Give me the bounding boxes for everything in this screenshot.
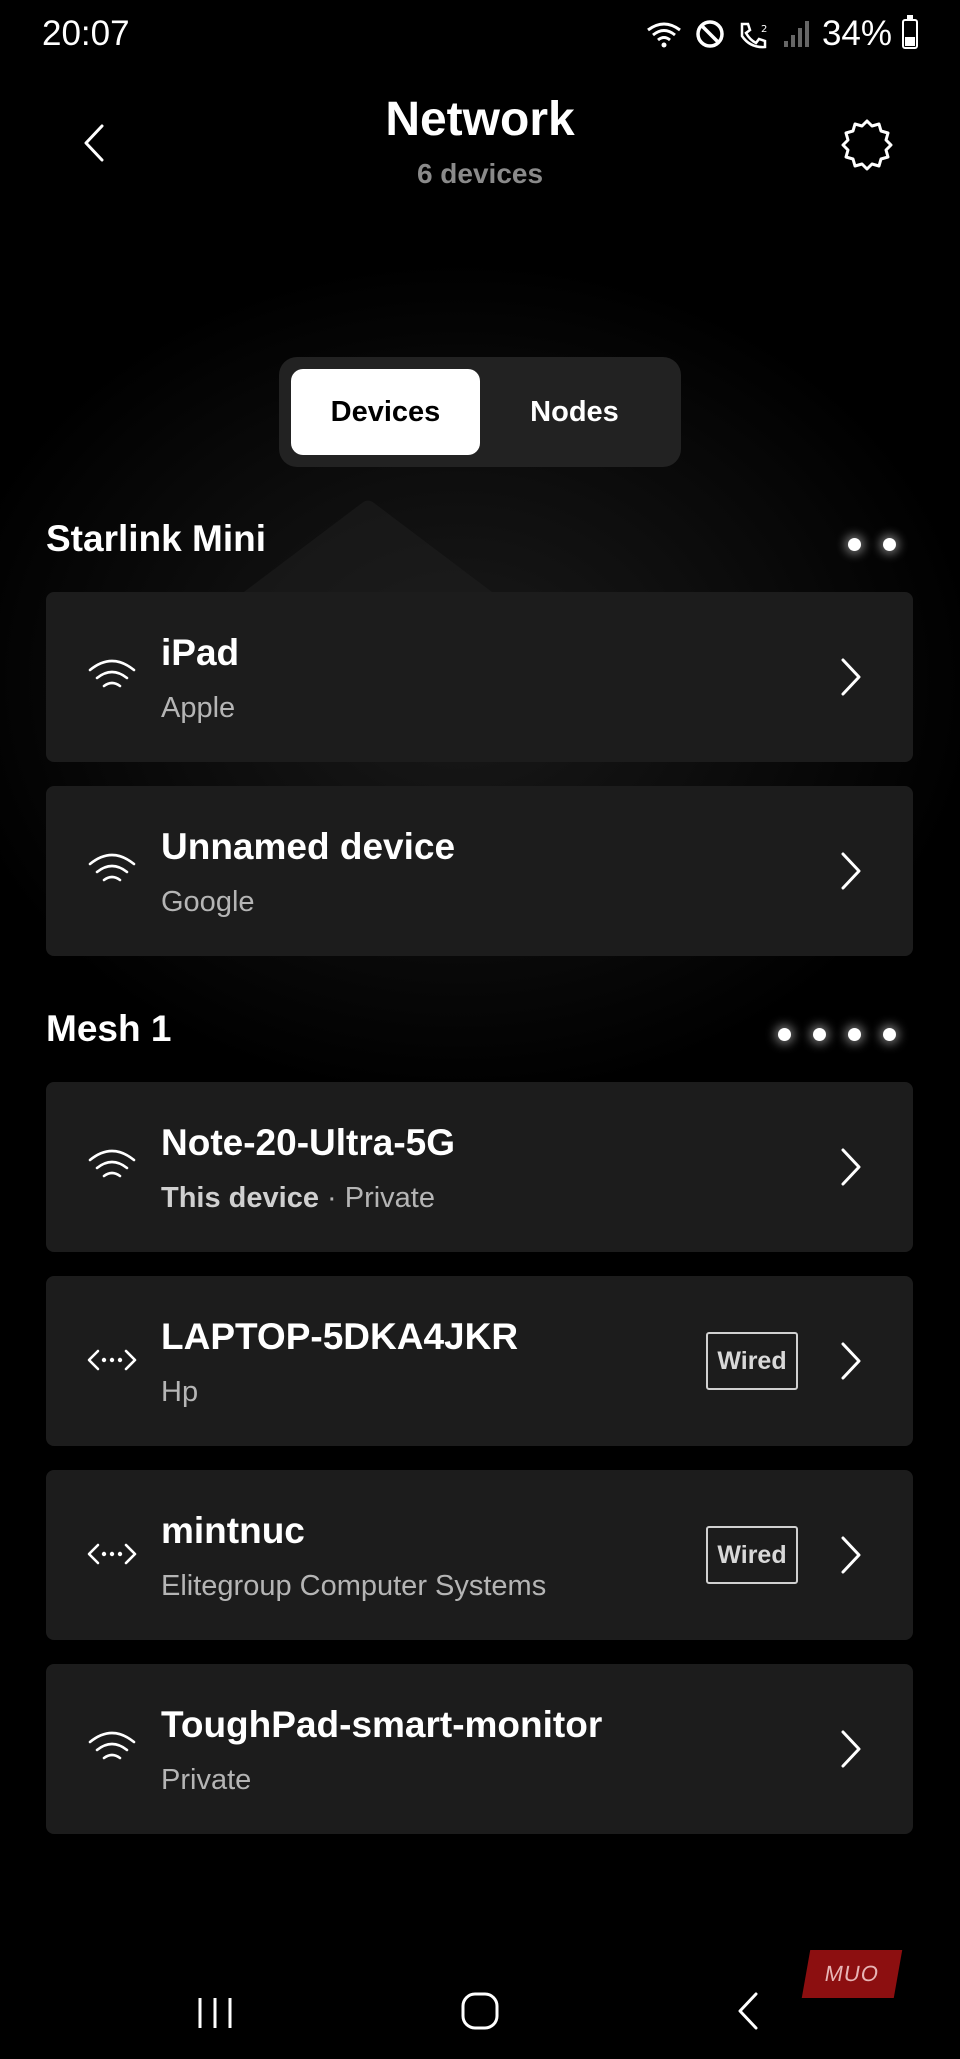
indicator-dot [883,538,896,551]
device-name: mintnuc [161,1510,305,1551]
status-time: 20:07 [42,14,130,53]
indicator-dot [813,1028,826,1041]
device-vendor: Google [161,886,255,918]
chevron-right-icon [841,852,861,890]
node-indicator-dots [848,538,896,551]
device-row-laptop-5dka4jkr[interactable]: LAPTOP-5DKA4JKR Hp Wired [46,1276,913,1446]
status-bar: 20:07 2 34% [0,0,960,72]
device-row-unnamed-device[interactable]: Unnamed device Google [46,786,913,956]
wired-badge: Wired [706,1332,798,1390]
do-not-disturb-icon [696,20,724,48]
device-count: 6 devices [416,158,544,189]
device-name: Note-20-Ultra-5G [161,1122,455,1163]
chevron-right-icon [841,1342,861,1380]
section-title-mesh-1: Mesh 1 [46,1008,172,1049]
indicator-dot [778,1028,791,1041]
view-toggle: Devices Nodes [279,357,681,467]
chevron-right-icon [841,658,861,696]
home-icon[interactable] [456,1986,506,2036]
indicator-dot [848,1028,861,1041]
device-vendor: Apple [161,692,236,724]
section-title-starlink-mini: Starlink Mini [46,518,266,559]
wifi-icon [88,659,136,688]
device-row-mintnuc[interactable]: mintnuc Elitegroup Computer Systems Wire… [46,1470,913,1640]
device-row-toughpad-smart-monitor[interactable]: ToughPad-smart-monitor Private [46,1664,913,1834]
wired-badge: Wired [706,1526,798,1584]
muo-watermark-logo: MUO [801,1950,903,1998]
wifi-icon [88,1731,136,1760]
ethernet-icon [87,1543,137,1565]
tab-nodes[interactable]: Nodes [480,369,669,455]
indicator-dot [883,1028,896,1041]
volte-call-icon: 2 [740,22,767,49]
indicator-dot [848,538,861,551]
wifi-icon [88,853,136,882]
device-status: This device · Private [161,1182,435,1215]
device-name: ToughPad-smart-monitor [161,1704,603,1745]
tab-devices[interactable]: Devices [291,369,480,455]
battery-percent: 34% [821,14,892,53]
device-row-note-20-ultra-5g[interactable]: Note-20-Ultra-5G This device · Private [46,1082,913,1252]
svg-text:2: 2 [761,24,767,35]
this-device-label: This device [161,1182,319,1214]
page-title: Network [385,93,575,146]
node-indicator-dots [778,1028,896,1041]
device-name: LAPTOP-5DKA4JKR [161,1316,519,1357]
device-name: iPad [161,632,240,673]
wifi-icon [88,1149,136,1178]
status-icons: 2 34% [644,14,918,54]
device-vendor: Hp [161,1376,199,1408]
wifi-calling-icon [647,22,681,48]
device-vendor: Elitegroup Computer Systems [161,1570,547,1602]
device-privacy: · Private [318,1182,435,1214]
gear-icon[interactable] [838,116,896,174]
chevron-right-icon [841,1148,861,1186]
chevron-right-icon [841,1730,861,1768]
device-name: Unnamed device [161,826,456,867]
system-back-icon[interactable] [728,1986,768,2036]
battery-icon [902,15,918,49]
chevron-right-icon [841,1536,861,1574]
device-vendor: Private [161,1764,252,1796]
signal-icon [783,21,809,47]
ethernet-icon [87,1349,137,1371]
device-row-ipad[interactable]: iPad Apple [46,592,913,762]
recent-apps-icon[interactable] [190,1988,240,2038]
